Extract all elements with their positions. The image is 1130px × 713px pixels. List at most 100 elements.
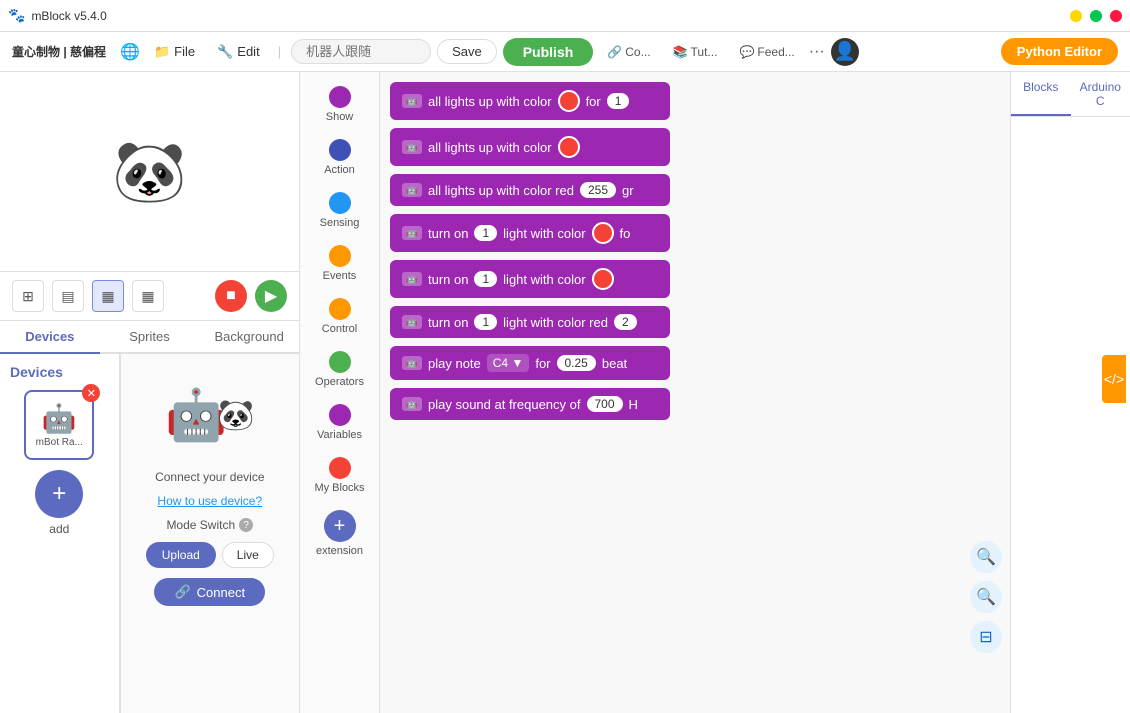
block-text-7c: beat: [602, 356, 627, 371]
tab-devices[interactable]: Devices: [0, 321, 100, 354]
events-dot: [329, 245, 351, 267]
tab-background[interactable]: Background: [199, 321, 299, 354]
category-show[interactable]: Show: [304, 80, 376, 129]
edit-label: Edit: [237, 44, 259, 59]
block-color-5[interactable]: [592, 268, 614, 290]
feedback-menu[interactable]: 💬 Feed...: [731, 41, 802, 63]
live-button[interactable]: Live: [222, 542, 274, 568]
zoom-in-button[interactable]: 🔍: [970, 541, 1002, 573]
app-icon: 🐾: [8, 7, 25, 24]
block-value-7[interactable]: 0.25: [557, 355, 596, 371]
category-variables[interactable]: Variables: [304, 398, 376, 447]
add-device-area: + add: [35, 470, 83, 536]
block-value-3[interactable]: 255: [580, 182, 616, 198]
block-text-3a: all lights up with color red: [428, 183, 574, 198]
run-button[interactable]: ▶: [255, 280, 287, 312]
tool-resize[interactable]: ⊞: [12, 280, 44, 312]
mode-switch-info-icon: ?: [239, 518, 253, 532]
edit-menu[interactable]: 🔧 Edit: [209, 40, 268, 64]
device-right-panel: 🤖 🐼 Connect your device How to use devic…: [120, 354, 299, 713]
python-editor-button[interactable]: Python Editor: [1001, 38, 1118, 65]
block-icon-4: 🤖: [402, 226, 422, 240]
device-card[interactable]: ✕ 🤖 mBot Ra...: [24, 390, 94, 460]
connect-menu[interactable]: 🔗 Co...: [599, 41, 658, 63]
block-all-lights-color-red[interactable]: 🤖 all lights up with color red 255 gr: [390, 174, 670, 206]
tutorial-menu[interactable]: 📚 Tut...: [665, 41, 726, 63]
block-value-4a[interactable]: 1: [474, 225, 497, 241]
avatar[interactable]: 👤: [831, 38, 859, 66]
tool-layout2[interactable]: ▦: [92, 280, 124, 312]
stop-button[interactable]: ■: [215, 280, 247, 312]
category-sensing-label: Sensing: [320, 217, 360, 229]
block-icon-6: 🤖: [402, 315, 422, 329]
close-button[interactable]: ×: [1110, 10, 1122, 22]
block-value-6b[interactable]: 2: [614, 314, 637, 330]
category-operators[interactable]: Operators: [304, 345, 376, 394]
main-content: 🐼 ⊞ ▤ ▦ ▦ ■ ▶ Devices Sprites Background…: [0, 72, 1130, 713]
block-color-2[interactable]: [558, 136, 580, 158]
device-remove-button[interactable]: ✕: [82, 384, 100, 402]
file-menu[interactable]: 📁 File: [146, 40, 203, 64]
device-thumbnail[interactable]: 🤖 mBot Ra...: [24, 390, 94, 460]
right-panel: Blocks Arduino C </>: [1010, 72, 1130, 713]
category-sensing[interactable]: Sensing: [304, 186, 376, 235]
block-text-4b: light with color: [503, 226, 585, 241]
block-color-1[interactable]: [558, 90, 580, 112]
category-events[interactable]: Events: [304, 239, 376, 288]
category-action-label: Action: [324, 164, 355, 176]
block-value-8[interactable]: 700: [587, 396, 623, 412]
connect-button[interactable]: 🔗 Connect: [154, 578, 265, 606]
upload-button[interactable]: Upload: [146, 542, 216, 568]
category-control[interactable]: Control: [304, 292, 376, 341]
feedback-icon: 💬: [739, 45, 754, 59]
block-value-5[interactable]: 1: [474, 271, 497, 287]
block-play-sound-freq[interactable]: 🤖 play sound at frequency of 700 H: [390, 388, 670, 420]
block-text-6a: turn on: [428, 315, 468, 330]
block-text-4c: fo: [620, 226, 631, 241]
block-text-8b: H: [629, 397, 638, 412]
window-controls: − □ ×: [1070, 10, 1122, 22]
category-action[interactable]: Action: [304, 133, 376, 182]
more-button[interactable]: ···: [809, 43, 825, 61]
block-text-7b: for: [535, 356, 550, 371]
sensing-dot: [329, 192, 351, 214]
sprite-preview: 🐼: [0, 72, 299, 272]
upload-live-row: Upload Live: [146, 542, 274, 568]
control-dot: [329, 298, 351, 320]
expand-button[interactable]: </>: [1102, 355, 1126, 403]
sprite-image: 🐼: [112, 136, 187, 207]
maximize-button[interactable]: □: [1090, 10, 1102, 22]
publish-button[interactable]: Publish: [503, 38, 594, 66]
tool-layout1[interactable]: ▤: [52, 280, 84, 312]
tutorial-icon: 📚: [673, 45, 688, 59]
fit-button[interactable]: ⊟: [970, 621, 1002, 653]
block-all-lights-color[interactable]: 🤖 all lights up with color: [390, 128, 670, 166]
block-value-1[interactable]: 1: [607, 93, 630, 109]
search-input[interactable]: [291, 39, 431, 64]
zoom-out-button[interactable]: 🔍: [970, 581, 1002, 613]
add-extension[interactable]: + extension: [304, 504, 376, 563]
block-play-note[interactable]: 🤖 play note C4 ▼ for 0.25 beat: [390, 346, 670, 380]
mode-switch-row: Mode Switch ?: [166, 518, 253, 532]
block-dropdown-7[interactable]: C4 ▼: [487, 354, 530, 372]
file-icon: 📁: [154, 44, 170, 60]
block-turn-on-light-color-red[interactable]: 🤖 turn on 1 light with color red 2: [390, 306, 670, 338]
block-turn-on-light-color-for[interactable]: 🤖 turn on 1 light with color fo: [390, 214, 670, 252]
add-extension-icon: +: [324, 510, 356, 542]
block-icon-3: 🤖: [402, 183, 422, 197]
minimize-button[interactable]: −: [1070, 10, 1082, 22]
block-value-6a[interactable]: 1: [474, 314, 497, 330]
variables-dot: [329, 404, 351, 426]
save-button[interactable]: Save: [437, 39, 497, 64]
category-myblocks[interactable]: My Blocks: [304, 451, 376, 500]
how-to-link[interactable]: How to use device?: [157, 494, 262, 508]
tab-blocks[interactable]: Blocks: [1011, 72, 1071, 116]
device-list: Devices ✕ 🤖 mBot Ra... + add: [0, 354, 120, 713]
block-color-4[interactable]: [592, 222, 614, 244]
add-device-button[interactable]: +: [35, 470, 83, 518]
tool-layout3[interactable]: ▦: [132, 280, 164, 312]
tab-arduino[interactable]: Arduino C: [1071, 72, 1130, 116]
tab-sprites[interactable]: Sprites: [100, 321, 200, 354]
block-all-lights-color-for[interactable]: 🤖 all lights up with color for 1: [390, 82, 670, 120]
block-turn-on-light-color[interactable]: 🤖 turn on 1 light with color: [390, 260, 670, 298]
